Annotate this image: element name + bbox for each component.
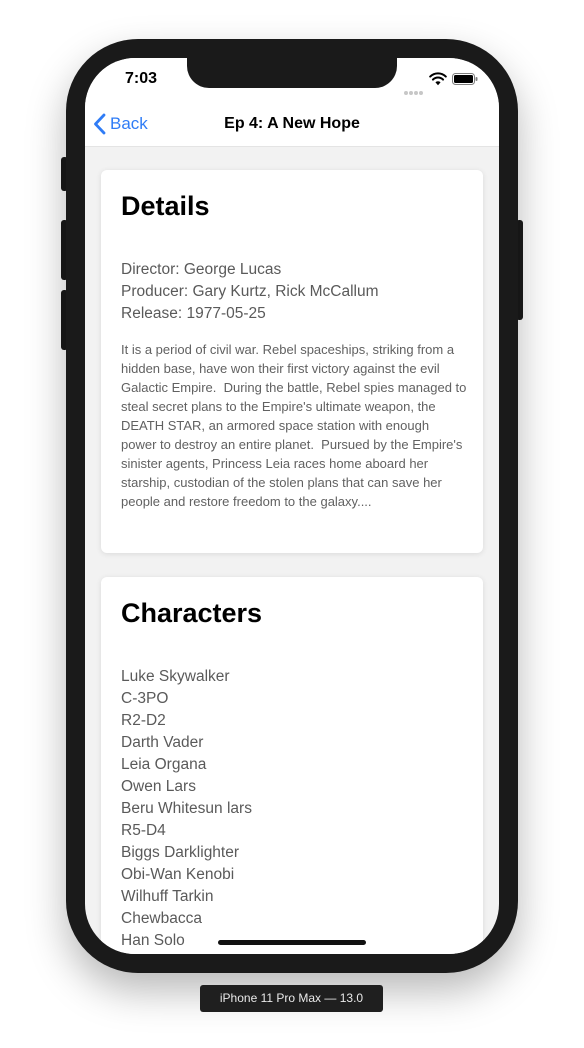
character-item: Owen Lars [121,778,196,795]
character-item: Wilhuff Tarkin [121,888,214,905]
characters-heading: Characters [121,598,263,628]
phone-screen: 7:03 Back Ep 4: A New Hope Details Direc… [85,58,499,954]
character-item: R2-D2 [121,712,166,729]
character-item: Darth Vader [121,734,204,751]
nav-title: Ep 4: A New Hope [224,115,360,132]
character-item: Beru Whitesun lars [121,800,252,817]
home-indicator[interactable] [218,940,366,945]
character-item: R5-D4 [121,822,166,839]
director-text: Director: George Lucas [121,261,282,278]
character-item: Leia Organa [121,756,207,773]
signal-icon [404,82,424,100]
details-card: Details Director: George Lucas Producer:… [101,170,483,553]
notch [187,58,397,88]
release-text: Release: 1977-05-25 [121,305,266,322]
details-heading: Details [121,191,210,221]
characters-card: Characters Luke Skywalker C-3PO R2-D2 Da… [101,577,483,954]
producer-text: Producer: Gary Kurtz, Rick McCallum [121,283,379,300]
battery-icon [452,73,478,85]
character-item: Luke Skywalker [121,668,230,685]
character-item: Biggs Darklighter [121,844,240,861]
wifi-icon [429,72,447,86]
details-info: Director: George Lucas Producer: Gary Ku… [121,259,379,325]
character-list: Luke Skywalker C-3PO R2-D2 Darth Vader L… [121,666,252,952]
character-item: Chewbacca [121,910,202,927]
character-item: C-3PO [121,690,169,707]
character-item: Obi-Wan Kenobi [121,866,235,883]
opening-crawl-text: It is a period of civil war. Rebel space… [121,342,471,509]
device-label: iPhone 11 Pro Max — 13.0 [200,985,383,1012]
navigation-bar: Back Ep 4: A New Hope [85,102,499,147]
scroll-content[interactable]: Details Director: George Lucas Producer:… [85,147,499,954]
status-time: 7:03 [125,70,158,87]
